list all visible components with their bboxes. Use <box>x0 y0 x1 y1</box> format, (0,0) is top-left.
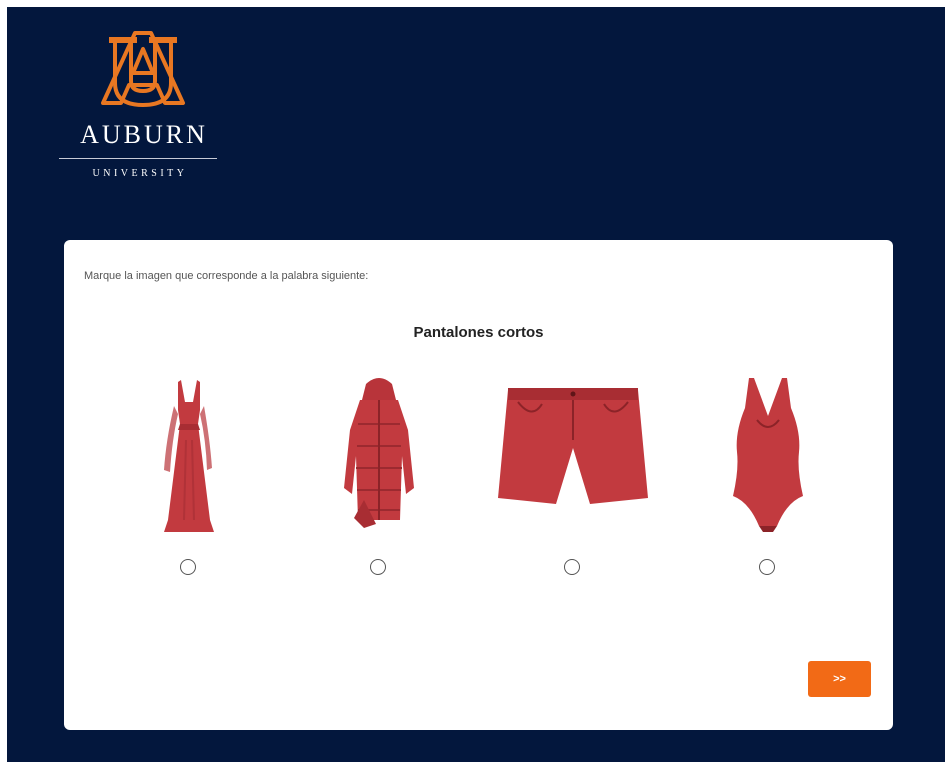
option-radio[interactable] <box>180 559 196 575</box>
option-radio[interactable] <box>564 559 580 575</box>
option-2[interactable] <box>304 370 454 585</box>
option-radio[interactable] <box>759 559 775 575</box>
shorts-image <box>498 388 648 504</box>
question-card: Marque la imagen que corresponde a la pa… <box>64 240 893 730</box>
logo-divider <box>59 158 217 159</box>
next-button[interactable]: >> <box>808 661 871 697</box>
coat-image <box>344 378 414 528</box>
option-3[interactable] <box>498 370 648 585</box>
logo-subtitle: UNIVERSITY <box>92 168 188 179</box>
au-monogram-icon <box>101 31 185 107</box>
target-word: Pantalones cortos <box>413 324 544 341</box>
instruction-text: Marque la imagen que corresponde a la pa… <box>84 270 369 282</box>
logo-wordmark: AUBURN <box>80 120 208 149</box>
option-radio[interactable] <box>370 559 386 575</box>
option-1[interactable] <box>114 370 264 585</box>
swimsuit-image <box>733 378 803 532</box>
dress-image <box>164 380 214 532</box>
option-4[interactable] <box>693 370 843 585</box>
auburn-logo: AUBURN UNIVERSITY <box>55 25 233 185</box>
page-background: AUBURN UNIVERSITY Marque la imagen que c… <box>7 7 945 762</box>
